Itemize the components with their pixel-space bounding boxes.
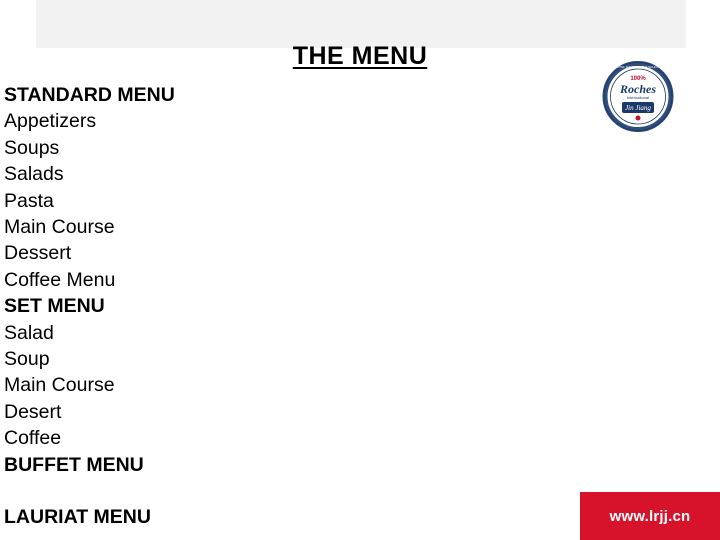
list-item: STANDARD MENU (4, 84, 175, 106)
slide-canvas: THE MENU STANDARD MENU Appetizers Soups … (0, 0, 720, 540)
svg-text:International: International (627, 95, 649, 100)
list-item: Appetizers (4, 110, 97, 133)
list-item: Coffee Menu (4, 268, 116, 291)
page-title-text: THE MENU (292, 42, 428, 70)
list-item: Dessert (4, 242, 72, 265)
svg-text:HOTEL MANAGEMENT SCHOOL: HOTEL MANAGEMENT SCHOOL (615, 65, 661, 69)
svg-text:Roches: Roches (619, 82, 656, 96)
list-item: Main Course (4, 374, 115, 397)
les-roches-jin-jiang-logo: HOTEL MANAGEMENT SCHOOL 100% Roches Inte… (588, 60, 688, 133)
header-banner (36, 0, 686, 48)
website-url-text: www.lrjj.cn (609, 507, 691, 525)
menu-list: STANDARD MENU Appetizers Soups Salads Pa… (4, 82, 424, 531)
list-item: Soups (4, 136, 60, 159)
list-item: LAURIAT MENU (4, 506, 151, 529)
list-item: Desert (4, 400, 62, 423)
list-item: Coffee (4, 427, 62, 450)
svg-text:Jin Jiang: Jin Jiang (625, 104, 651, 112)
list-item: BUFFET MENU (4, 453, 144, 476)
list-item: Salad (4, 321, 54, 344)
website-url-badge[interactable]: www.lrjj.cn (580, 492, 720, 540)
list-item: Salads (4, 163, 64, 186)
list-item: SET MENU (4, 295, 105, 318)
list-item: Main Course (4, 216, 115, 239)
list-item: Pasta (4, 189, 54, 212)
list-item: Soup (4, 348, 50, 371)
